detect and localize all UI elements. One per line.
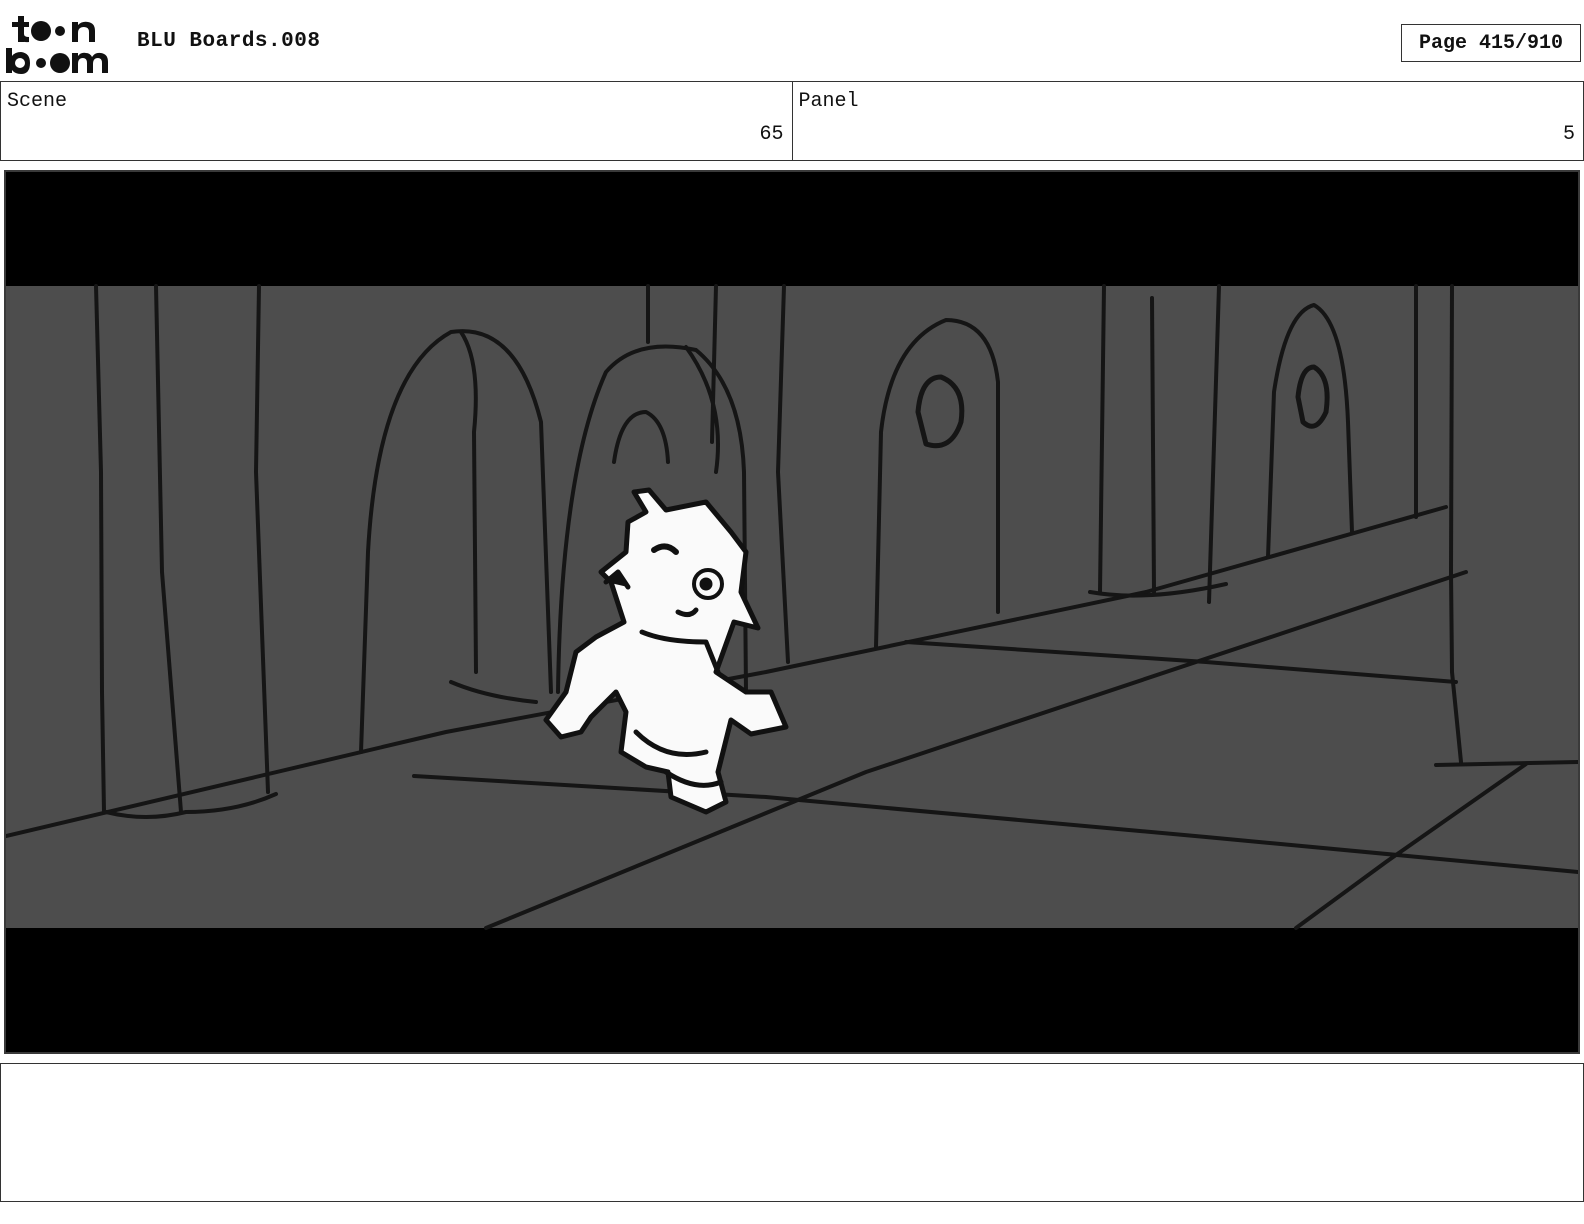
panel-number: 5 (1562, 123, 1575, 146)
scene-background (6, 286, 1578, 928)
scene-cell: Scene 65 (1, 82, 792, 160)
panel-drawing (6, 172, 1578, 1052)
panel-cell: Panel 5 (791, 82, 1584, 160)
document-title: BLU Boards.008 (137, 30, 321, 53)
scene-label: Scene (7, 90, 68, 113)
panel-notes-box (0, 1063, 1584, 1202)
panel-label: Panel (798, 90, 859, 113)
scene-panel-row: Scene 65 Panel 5 (0, 81, 1584, 161)
page-indicator: Page 415/910 (1401, 24, 1581, 62)
toonboom-logo (4, 14, 116, 76)
storyboard-panel-image (4, 170, 1580, 1054)
scene-number: 65 (759, 123, 784, 146)
